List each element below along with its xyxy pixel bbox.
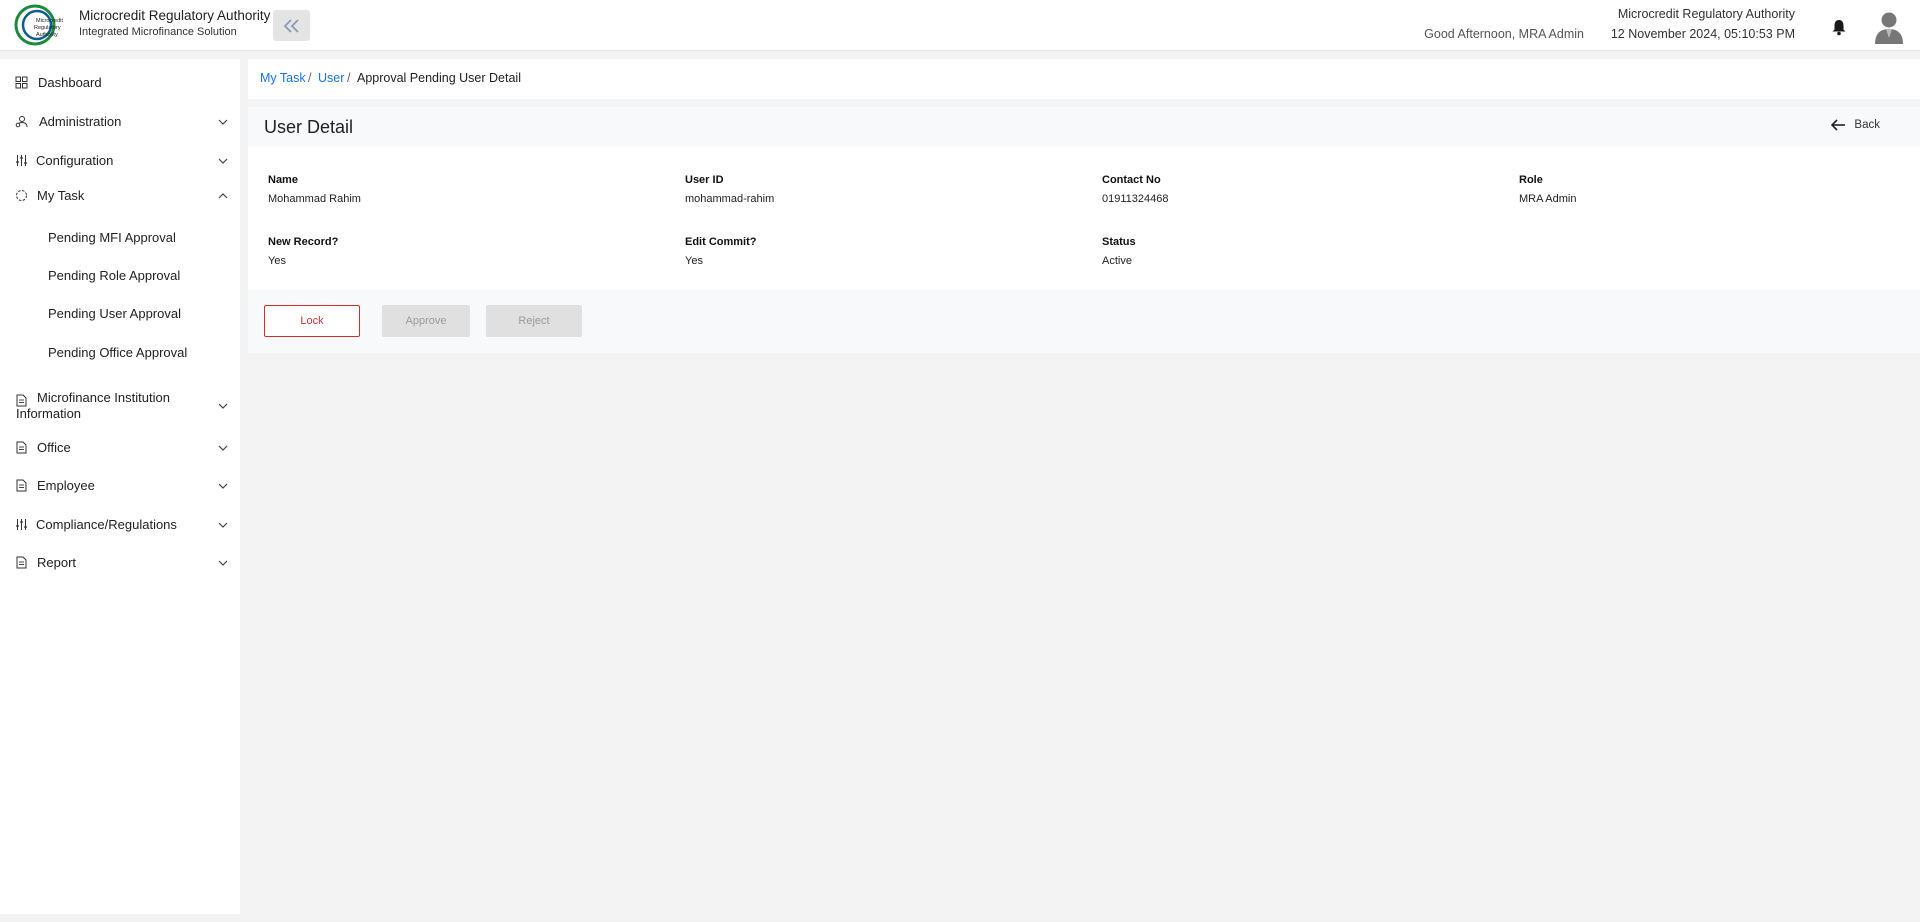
bell-icon[interactable] xyxy=(1830,18,1848,36)
field-label-new-record: New Record? xyxy=(268,236,339,248)
sidebar-subitem-pending-office-approval[interactable]: Pending Office Approval xyxy=(48,345,187,360)
detail-card-body: Name Mohammad Rahim User ID mohammad-rah… xyxy=(248,147,1920,290)
field-value-role: MRA Admin xyxy=(1519,193,1577,205)
sidebar-item-label: Dashboard xyxy=(38,75,102,90)
page-title: User Detail xyxy=(264,117,354,137)
breadcrumb-my-task[interactable]: My Task xyxy=(260,71,306,85)
chevron-down-icon xyxy=(218,522,228,528)
task-icon xyxy=(16,190,27,201)
sidebar-item-configuration[interactable]: Configuration xyxy=(0,146,240,176)
app-title: Microcredit Regulatory Authority xyxy=(79,8,271,23)
document-icon xyxy=(16,441,27,454)
svg-text:Microcredit: Microcredit xyxy=(36,18,63,24)
sidebar-item-office[interactable]: Office xyxy=(0,433,240,463)
document-icon xyxy=(16,479,27,492)
chevron-down-icon xyxy=(218,445,228,451)
double-chevron-left-icon xyxy=(283,18,299,33)
field-label-name: Name xyxy=(268,174,298,186)
sidebar-item-label: Configuration xyxy=(36,153,114,168)
sidebar-item-mfi-information[interactable]: Microfinance Institution Information xyxy=(0,387,240,427)
sidebar-item-my-task[interactable]: My Task xyxy=(0,181,240,211)
chevron-up-icon xyxy=(218,193,228,199)
greeting-text: Good Afternoon, MRA Admin xyxy=(1424,27,1584,41)
sidebar-item-employee[interactable]: Employee xyxy=(0,471,240,501)
chevron-down-icon xyxy=(218,560,228,566)
chevron-down-icon xyxy=(218,119,228,125)
sidebar-item-compliance-regulations[interactable]: Compliance/Regulations xyxy=(0,510,240,540)
admin-icon xyxy=(15,116,28,128)
field-label-role: Role xyxy=(1519,174,1543,186)
sidebar: Dashboard Administration Configuration M… xyxy=(0,59,240,914)
sidebar-item-label: Microfinance Institution Information xyxy=(16,390,170,421)
sidebar-item-administration[interactable]: Administration xyxy=(0,107,240,137)
svg-text:Authority: Authority xyxy=(36,32,58,38)
reject-button[interactable]: Reject xyxy=(486,305,582,337)
field-value-name: Mohammad Rahim xyxy=(268,193,361,205)
field-label-user-id: User ID xyxy=(685,174,724,186)
user-avatar-icon[interactable] xyxy=(1874,10,1904,44)
document-icon xyxy=(16,556,27,569)
sidebar-item-label: Office xyxy=(37,440,71,455)
field-value-edit-commit: Yes xyxy=(685,255,703,267)
breadcrumb: My Task / User / Approval Pending User D… xyxy=(248,59,1920,99)
breadcrumb-user[interactable]: User xyxy=(318,71,344,85)
arrow-left-icon xyxy=(1831,119,1846,131)
sliders-icon xyxy=(16,155,27,166)
field-label-contact-no: Contact No xyxy=(1102,174,1161,186)
app-subtitle: Integrated Microfinance Solution xyxy=(79,26,237,38)
sidebar-item-label: My Task xyxy=(37,188,85,203)
sidebar-subitem-pending-role-approval[interactable]: Pending Role Approval xyxy=(48,268,180,283)
breadcrumb-separator: / xyxy=(308,71,312,85)
field-value-new-record: Yes xyxy=(268,255,286,267)
field-label-edit-commit: Edit Commit? xyxy=(685,236,757,248)
chevron-down-icon xyxy=(218,158,228,164)
sidebar-item-label: Compliance/Regulations xyxy=(36,517,177,532)
breadcrumb-current: Approval Pending User Detail xyxy=(357,71,521,85)
lock-button[interactable]: Lock xyxy=(264,305,360,337)
svg-text:Regulatory: Regulatory xyxy=(34,25,61,31)
detail-actions: Lock Approve Reject xyxy=(248,290,1920,353)
sidebar-item-label: Administration xyxy=(39,114,122,129)
current-datetime: 12 November 2024, 05:10:53 PM xyxy=(1610,27,1795,41)
sidebar-subitem-pending-user-approval[interactable]: Pending User Approval xyxy=(48,306,181,321)
top-header: Microcredit Regulatory Authority Microcr… xyxy=(0,0,1920,51)
back-label: Back xyxy=(1854,119,1880,131)
grid-icon xyxy=(15,76,28,89)
back-button[interactable]: Back xyxy=(1830,118,1880,132)
detail-card-header: User Detail Back xyxy=(248,107,1920,147)
field-value-contact-no: 01911324468 xyxy=(1102,193,1169,205)
sidebar-collapse-button[interactable] xyxy=(273,10,310,41)
sliders-icon xyxy=(16,519,27,530)
mra-logo: Microcredit Regulatory Authority xyxy=(14,4,63,46)
chevron-down-icon xyxy=(218,483,228,489)
field-value-user-id: mohammad-rahim xyxy=(685,193,775,205)
sidebar-item-label: Employee xyxy=(37,478,95,493)
org-name: Microcredit Regulatory Authority xyxy=(1617,7,1795,21)
sidebar-subitem-pending-mfi-approval[interactable]: Pending MFI Approval xyxy=(48,230,176,245)
breadcrumb-separator: / xyxy=(347,71,351,85)
chevron-down-icon xyxy=(218,403,228,409)
sidebar-item-label: Report xyxy=(37,555,77,570)
approve-button[interactable]: Approve xyxy=(382,305,470,337)
sidebar-item-dashboard[interactable]: Dashboard xyxy=(0,68,240,98)
field-value-status: Active xyxy=(1102,255,1132,267)
sidebar-item-report[interactable]: Report xyxy=(0,548,240,578)
field-label-status: Status xyxy=(1102,236,1136,248)
